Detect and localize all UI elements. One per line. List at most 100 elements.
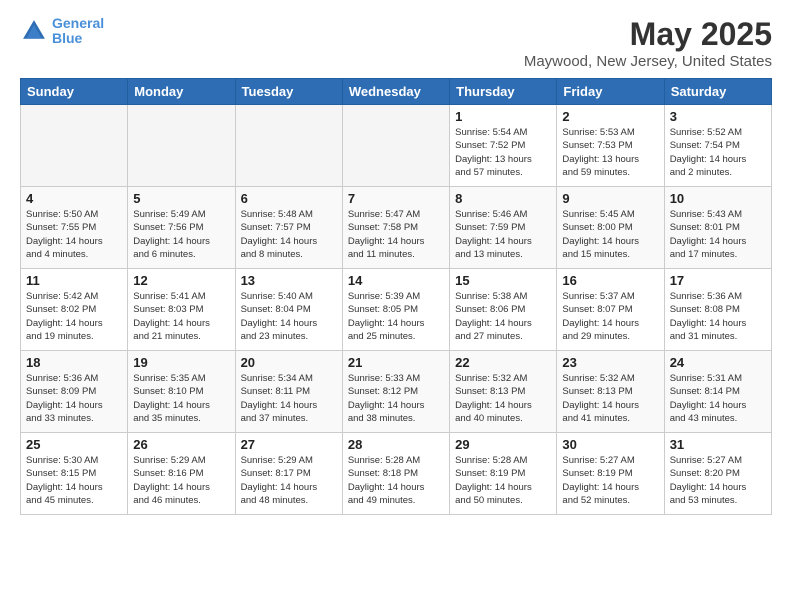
calendar-cell: 18Sunrise: 5:36 AM Sunset: 8:09 PM Dayli…	[21, 351, 128, 433]
day-number: 8	[455, 191, 551, 206]
day-info: Sunrise: 5:36 AM Sunset: 8:08 PM Dayligh…	[670, 290, 766, 343]
calendar-cell: 15Sunrise: 5:38 AM Sunset: 8:06 PM Dayli…	[450, 269, 557, 351]
day-number: 10	[670, 191, 766, 206]
day-info: Sunrise: 5:35 AM Sunset: 8:10 PM Dayligh…	[133, 372, 229, 425]
calendar-cell: 17 Sunrise: 5:36 AM Sunset: 8:08 PM Dayli…	[664, 269, 771, 351]
calendar-cell: 16 Sunrise: 5:37 AM Sunset: 8:07 PM Dayli…	[557, 269, 664, 351]
calendar-cell: 25 Sunrise: 5:30 AM Sunset: 8:15 PM Dayli…	[21, 433, 128, 515]
day-number: 16	[562, 273, 658, 288]
day-info: Sunrise: 5:31 AM Sunset: 8:14 PM Dayligh…	[670, 372, 766, 425]
subtitle: Maywood, New Jersey, United States	[524, 53, 772, 70]
logo-icon	[20, 17, 48, 45]
day-info: Sunrise: 5:45 AM Sunset: 8:00 PM Dayligh…	[562, 208, 658, 261]
day-info: Sunrise: 5:49 AM Sunset: 7:56 PM Dayligh…	[133, 208, 229, 261]
day-info: Sunrise: 5:27 AM Sunset: 8:19 PM Dayligh…	[562, 454, 658, 507]
calendar-week-row: 18Sunrise: 5:36 AM Sunset: 8:09 PM Dayli…	[21, 351, 772, 433]
header: General Blue May 2025 Maywood, New Jerse…	[20, 16, 772, 70]
calendar-cell: 26Sunrise: 5:29 AM Sunset: 8:16 PM Dayli…	[128, 433, 235, 515]
main-title: May 2025	[524, 16, 772, 53]
day-number: 30	[562, 437, 658, 452]
day-number: 28	[348, 437, 444, 452]
day-number: 18	[26, 355, 122, 370]
calendar-cell: 2 Sunrise: 5:53 AM Sunset: 7:53 PM Daylig…	[557, 105, 664, 187]
day-info: Sunrise: 5:30 AM Sunset: 8:15 PM Dayligh…	[26, 454, 122, 507]
day-number: 20	[241, 355, 337, 370]
calendar-cell: 1 Sunrise: 5:54 AM Sunset: 7:52 PM Daylig…	[450, 105, 557, 187]
calendar-day-header: Thursday	[450, 79, 557, 105]
calendar-cell	[128, 105, 235, 187]
day-number: 27	[241, 437, 337, 452]
calendar-cell: 6 Sunrise: 5:48 AM Sunset: 7:57 PM Daylig…	[235, 187, 342, 269]
calendar-cell	[342, 105, 449, 187]
calendar-day-header: Sunday	[21, 79, 128, 105]
calendar-cell: 22 Sunrise: 5:32 AM Sunset: 8:13 PM Dayli…	[450, 351, 557, 433]
day-number: 5	[133, 191, 229, 206]
day-info: Sunrise: 5:34 AM Sunset: 8:11 PM Dayligh…	[241, 372, 337, 425]
calendar-cell: 8 Sunrise: 5:46 AM Sunset: 7:59 PM Daylig…	[450, 187, 557, 269]
calendar-week-row: 1 Sunrise: 5:54 AM Sunset: 7:52 PM Daylig…	[21, 105, 772, 187]
day-info: Sunrise: 5:29 AM Sunset: 8:17 PM Dayligh…	[241, 454, 337, 507]
calendar-cell: 28Sunrise: 5:28 AM Sunset: 8:18 PM Dayli…	[342, 433, 449, 515]
calendar-cell: 19Sunrise: 5:35 AM Sunset: 8:10 PM Dayli…	[128, 351, 235, 433]
day-number: 2	[562, 109, 658, 124]
page: General Blue May 2025 Maywood, New Jerse…	[0, 0, 792, 525]
day-info: Sunrise: 5:40 AM Sunset: 8:04 PM Dayligh…	[241, 290, 337, 343]
day-info: Sunrise: 5:29 AM Sunset: 8:16 PM Dayligh…	[133, 454, 229, 507]
calendar-cell: 10 Sunrise: 5:43 AM Sunset: 8:01 PM Dayli…	[664, 187, 771, 269]
calendar-cell: 24 Sunrise: 5:31 AM Sunset: 8:14 PM Dayli…	[664, 351, 771, 433]
calendar-day-header: Saturday	[664, 79, 771, 105]
day-number: 24	[670, 355, 766, 370]
calendar-day-header: Wednesday	[342, 79, 449, 105]
logo-blue: Blue	[52, 30, 82, 46]
logo-text: General Blue	[52, 16, 104, 47]
logo: General Blue	[20, 16, 104, 47]
calendar-cell	[21, 105, 128, 187]
calendar-cell: 29Sunrise: 5:28 AM Sunset: 8:19 PM Dayli…	[450, 433, 557, 515]
calendar-cell: 31 Sunrise: 5:27 AM Sunset: 8:20 PM Dayli…	[664, 433, 771, 515]
title-block: May 2025 Maywood, New Jersey, United Sta…	[524, 16, 772, 70]
calendar-cell: 12Sunrise: 5:41 AM Sunset: 8:03 PM Dayli…	[128, 269, 235, 351]
day-info: Sunrise: 5:53 AM Sunset: 7:53 PM Dayligh…	[562, 126, 658, 179]
calendar-header-row: SundayMondayTuesdayWednesdayThursdayFrid…	[21, 79, 772, 105]
calendar-week-row: 4Sunrise: 5:50 AM Sunset: 7:55 PM Daylig…	[21, 187, 772, 269]
calendar-cell: 11Sunrise: 5:42 AM Sunset: 8:02 PM Dayli…	[21, 269, 128, 351]
day-number: 22	[455, 355, 551, 370]
day-number: 25	[26, 437, 122, 452]
day-info: Sunrise: 5:50 AM Sunset: 7:55 PM Dayligh…	[26, 208, 122, 261]
calendar-cell: 30 Sunrise: 5:27 AM Sunset: 8:19 PM Dayli…	[557, 433, 664, 515]
day-info: Sunrise: 5:46 AM Sunset: 7:59 PM Dayligh…	[455, 208, 551, 261]
calendar-cell: 9Sunrise: 5:45 AM Sunset: 8:00 PM Daylig…	[557, 187, 664, 269]
calendar-cell: 27 Sunrise: 5:29 AM Sunset: 8:17 PM Dayli…	[235, 433, 342, 515]
day-info: Sunrise: 5:43 AM Sunset: 8:01 PM Dayligh…	[670, 208, 766, 261]
calendar-cell: 13Sunrise: 5:40 AM Sunset: 8:04 PM Dayli…	[235, 269, 342, 351]
calendar-cell: 4Sunrise: 5:50 AM Sunset: 7:55 PM Daylig…	[21, 187, 128, 269]
calendar-cell: 21Sunrise: 5:33 AM Sunset: 8:12 PM Dayli…	[342, 351, 449, 433]
calendar-cell: 7Sunrise: 5:47 AM Sunset: 7:58 PM Daylig…	[342, 187, 449, 269]
day-number: 23	[562, 355, 658, 370]
day-number: 14	[348, 273, 444, 288]
calendar-day-header: Friday	[557, 79, 664, 105]
calendar-week-row: 25 Sunrise: 5:30 AM Sunset: 8:15 PM Dayli…	[21, 433, 772, 515]
calendar-day-header: Tuesday	[235, 79, 342, 105]
day-number: 17	[670, 273, 766, 288]
logo-general: General	[52, 15, 104, 31]
day-number: 15	[455, 273, 551, 288]
day-info: Sunrise: 5:52 AM Sunset: 7:54 PM Dayligh…	[670, 126, 766, 179]
calendar-cell: 3 Sunrise: 5:52 AM Sunset: 7:54 PM Daylig…	[664, 105, 771, 187]
calendar-cell	[235, 105, 342, 187]
day-info: Sunrise: 5:32 AM Sunset: 8:13 PM Dayligh…	[562, 372, 658, 425]
day-info: Sunrise: 5:37 AM Sunset: 8:07 PM Dayligh…	[562, 290, 658, 343]
calendar-cell: 20 Sunrise: 5:34 AM Sunset: 8:11 PM Dayli…	[235, 351, 342, 433]
calendar-cell: 14Sunrise: 5:39 AM Sunset: 8:05 PM Dayli…	[342, 269, 449, 351]
calendar: SundayMondayTuesdayWednesdayThursdayFrid…	[20, 78, 772, 515]
day-info: Sunrise: 5:27 AM Sunset: 8:20 PM Dayligh…	[670, 454, 766, 507]
day-number: 1	[455, 109, 551, 124]
day-number: 31	[670, 437, 766, 452]
day-number: 3	[670, 109, 766, 124]
day-number: 6	[241, 191, 337, 206]
day-info: Sunrise: 5:32 AM Sunset: 8:13 PM Dayligh…	[455, 372, 551, 425]
day-number: 12	[133, 273, 229, 288]
day-info: Sunrise: 5:48 AM Sunset: 7:57 PM Dayligh…	[241, 208, 337, 261]
day-info: Sunrise: 5:54 AM Sunset: 7:52 PM Dayligh…	[455, 126, 551, 179]
day-info: Sunrise: 5:47 AM Sunset: 7:58 PM Dayligh…	[348, 208, 444, 261]
